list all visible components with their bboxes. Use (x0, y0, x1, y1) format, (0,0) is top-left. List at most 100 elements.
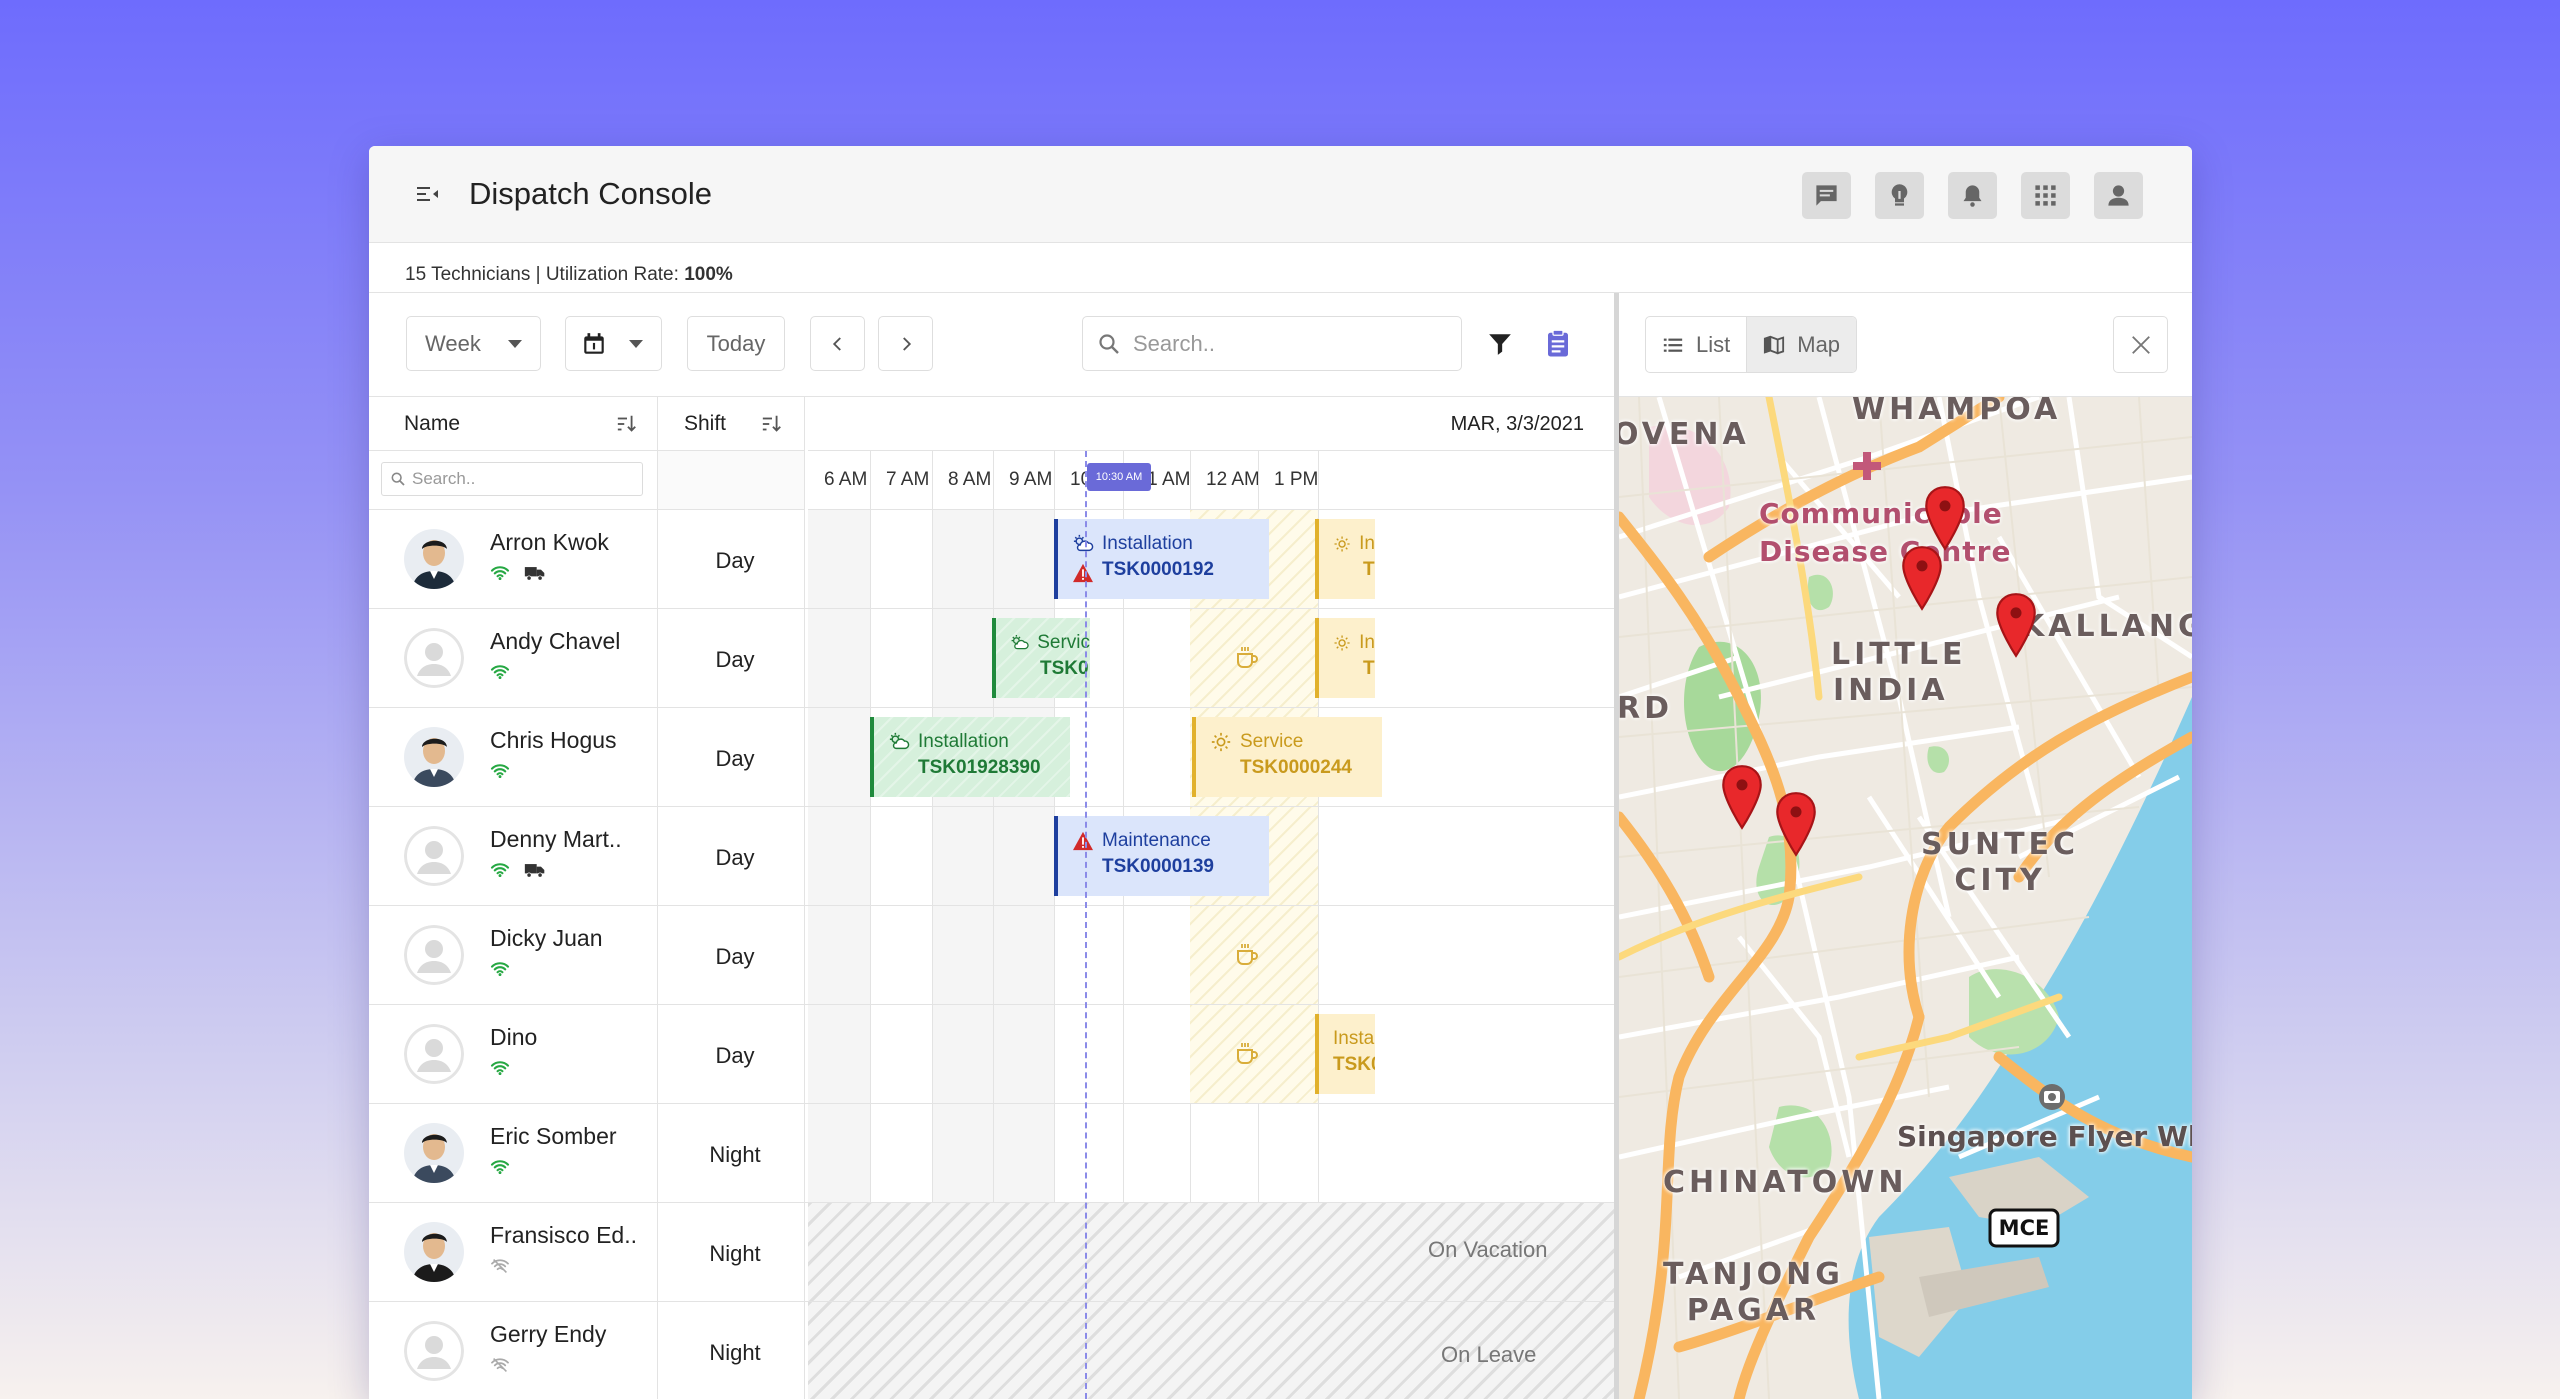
schedule-grid: MAR, 3/3/2021 6 AM 7 AM 8 AM 9 AM 10 11 AM 12 … (808, 397, 1614, 1399)
map-label-disease-centre: Communicable Disease Centre (1759, 495, 2011, 571)
map-label-little-india-line1: LITTLE (1831, 637, 1967, 672)
avatar (404, 925, 464, 985)
profile-button[interactable] (2094, 172, 2143, 219)
close-map-button[interactable] (2113, 316, 2168, 373)
wifi-icon (490, 665, 510, 680)
next-button[interactable] (878, 316, 933, 371)
task-card[interactable]: Servic TSK0 (992, 618, 1090, 698)
map-view-button[interactable]: Map (1746, 317, 1857, 372)
name-column-header[interactable]: Name (369, 397, 657, 451)
search-icon (391, 472, 405, 486)
break-slot (1190, 609, 1318, 707)
clipboard-icon[interactable] (1543, 329, 1573, 359)
technician-shift: Night (709, 1340, 761, 1365)
wifi-icon (490, 566, 510, 581)
map-icon (1764, 335, 1785, 354)
chevron-down-icon (508, 339, 522, 348)
calendar-icon (584, 332, 604, 354)
chat-button[interactable] (1802, 172, 1851, 219)
technician-shift: Day (715, 944, 755, 969)
map-pin-icon[interactable] (1900, 545, 1944, 611)
name-search-input[interactable] (412, 469, 632, 489)
schedule-row[interactable] (808, 1104, 1614, 1203)
task-card[interactable]: In TS (1315, 519, 1375, 599)
task-card[interactable]: Service TSK0000244 (1192, 717, 1382, 797)
off-hours-cell (808, 1104, 870, 1202)
apps-button[interactable] (2021, 172, 2070, 219)
coffee-icon (1237, 944, 1258, 965)
summary-bar: 15 Technicians | Utilization Rate: 100% (369, 243, 2192, 293)
map-pin-icon[interactable] (1774, 791, 1818, 857)
break-slot (1190, 906, 1318, 1004)
task-card[interactable]: Installation TSK01928390 (870, 717, 1070, 797)
task-card[interactable]: In TS (1315, 618, 1375, 698)
technician-status (490, 1357, 510, 1373)
map-label-disease-centre-line2: Disease Centre (1759, 535, 2012, 568)
sort-icon[interactable] (761, 413, 783, 435)
tips-button[interactable] (1875, 172, 1924, 219)
truck-icon (524, 864, 545, 878)
task-type: Installation (1102, 533, 1193, 554)
map-label-disease-centre-line1: Communicable (1759, 497, 2003, 530)
technician-status (490, 862, 546, 878)
date-picker-button[interactable] (565, 316, 662, 371)
map-pin-icon[interactable] (1720, 764, 1764, 830)
shift-column-header[interactable]: Shift (658, 397, 805, 451)
map-view[interactable]: WHAMPOA OVENA Communicable Disease Centr… (1619, 397, 2192, 1399)
technician-status (490, 961, 510, 977)
name-header-label: Name (404, 411, 461, 435)
avatar (404, 1024, 464, 1084)
avatar (404, 727, 464, 787)
filter-icon[interactable] (1487, 331, 1513, 357)
today-button[interactable]: Today (687, 316, 785, 371)
task-type: Servic (1037, 632, 1090, 653)
hour-label: 7 AM (886, 469, 930, 490)
map-label-little-india-line2: INDIA (1833, 673, 1949, 708)
task-card[interactable]: Install TSK00 (1315, 1014, 1375, 1094)
map-pin-icon[interactable] (1994, 592, 2038, 658)
hour-label: 8 AM (948, 469, 992, 490)
technician-status (490, 1258, 510, 1274)
chevron-right-icon (902, 336, 911, 351)
wifi-icon (490, 863, 510, 878)
previous-button[interactable] (810, 316, 865, 371)
search-input[interactable] (1133, 330, 1433, 357)
shift-header-label: Shift (684, 411, 727, 435)
view-select[interactable]: Week (406, 316, 541, 371)
map-label-novena: OVENA (1619, 417, 1750, 452)
menu-collapse-icon[interactable] (416, 182, 440, 206)
map-label-whampoa: WHAMPOA (1852, 397, 2062, 427)
map-label-mce: MCE (1998, 1216, 2050, 1240)
sort-icon[interactable] (616, 413, 638, 435)
task-type: Installation (918, 731, 1009, 752)
weather-icon (1073, 534, 1094, 552)
chevron-left-icon (832, 336, 841, 351)
off-hours-cell (808, 510, 870, 608)
map-view-label: Map (1797, 331, 1841, 357)
avatar-placeholder-icon (404, 628, 464, 688)
absence-block: On Leave (808, 1302, 1614, 1399)
absence-label: On Leave (1441, 1342, 1537, 1367)
search-icon (1099, 333, 1119, 354)
current-time-badge: 10:30 AM (1087, 463, 1151, 491)
column-divider (657, 397, 658, 1399)
name-search[interactable] (381, 462, 643, 496)
task-type: Service (1240, 731, 1304, 752)
task-id: TSK0000139 (1102, 856, 1214, 877)
schedule-search[interactable] (1082, 316, 1462, 371)
hour-label: 1 PM (1274, 469, 1319, 490)
bell-icon (1963, 185, 1982, 207)
map-pin-icon[interactable] (1923, 485, 1967, 551)
avatar-placeholder-icon (404, 925, 464, 985)
technician-shift: Night (709, 1241, 761, 1266)
list-icon (1663, 338, 1683, 352)
notifications-button[interactable] (1948, 172, 1997, 219)
name-filter-row (369, 451, 657, 510)
technician-shift: Day (715, 647, 755, 672)
map-label-suntec-line1: SUNTEC (1921, 827, 2080, 862)
technician-name: Dino (490, 1024, 538, 1050)
list-view-button[interactable]: List (1646, 317, 1746, 372)
dispatch-console-window: Dispatch Console 15 Technicians | Utiliz… (369, 146, 2192, 1399)
alert-icon (1073, 831, 1093, 851)
technician-name: Dicky Juan (490, 925, 603, 951)
